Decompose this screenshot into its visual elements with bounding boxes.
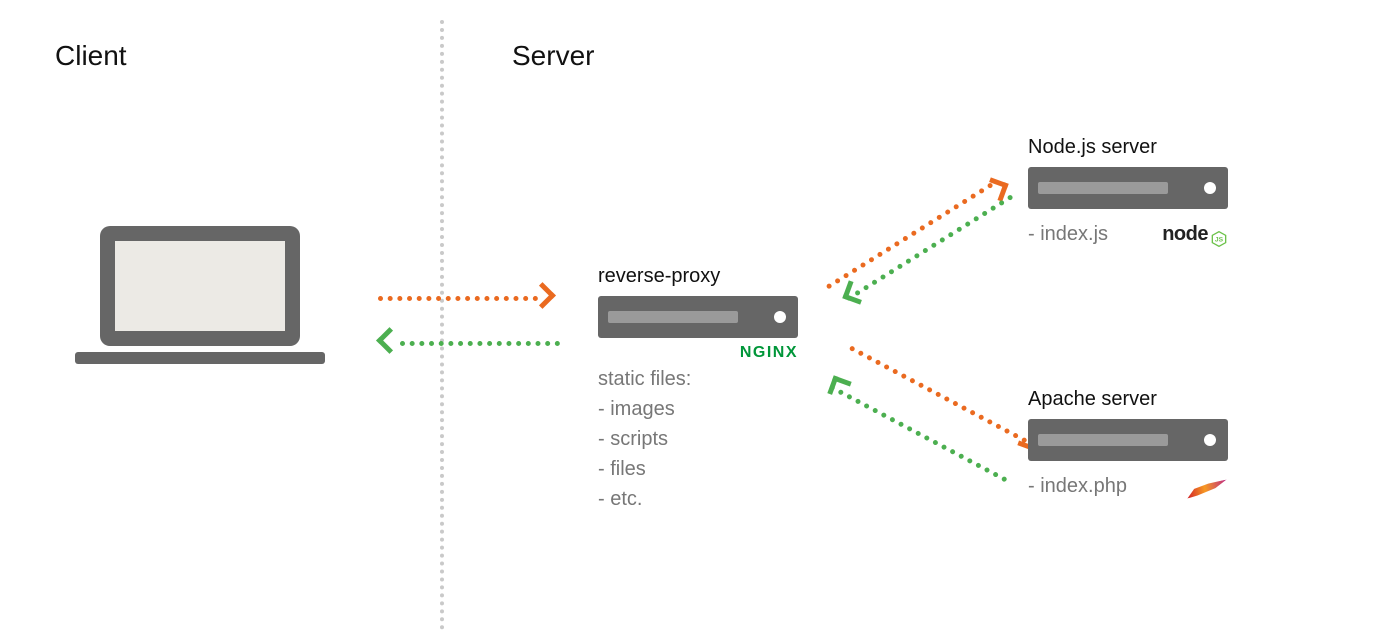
node-file-label: - index.js bbox=[1028, 219, 1108, 249]
node-server-icon bbox=[1028, 167, 1228, 209]
response-arrow-proxy-to-client bbox=[378, 341, 558, 346]
nodejs-logo: node JS bbox=[1162, 221, 1228, 247]
client-laptop-icon bbox=[100, 226, 325, 364]
node-server-label: Node.js server bbox=[1028, 136, 1228, 159]
static-files-item: - scripts bbox=[598, 424, 798, 454]
apache-server-group: Apache server - index.php bbox=[1028, 388, 1228, 501]
server-heading: Server bbox=[512, 40, 594, 72]
static-files-title: static files: bbox=[598, 364, 798, 394]
apache-file-label: - index.php bbox=[1028, 471, 1127, 501]
reverse-proxy-server-icon bbox=[598, 296, 798, 338]
client-heading: Client bbox=[55, 40, 127, 72]
static-files-item: - images bbox=[598, 394, 798, 424]
apache-server-label: Apache server bbox=[1028, 388, 1228, 411]
zone-divider bbox=[440, 20, 444, 630]
node-server-group: Node.js server - index.js node JS bbox=[1028, 136, 1228, 249]
apache-server-icon bbox=[1028, 419, 1228, 461]
static-files-item: - etc. bbox=[598, 484, 798, 514]
request-arrow-client-to-proxy bbox=[378, 296, 558, 301]
diagram-stage: Client Server reverse-proxy NGINX static… bbox=[0, 0, 1400, 640]
static-files-item: - files bbox=[598, 454, 798, 484]
svg-text:JS: JS bbox=[1215, 237, 1224, 244]
reverse-proxy-group: reverse-proxy NGINX static files: - imag… bbox=[598, 265, 798, 514]
reverse-proxy-label: reverse-proxy bbox=[598, 265, 798, 288]
apache-feather-icon bbox=[1186, 475, 1228, 497]
nginx-logo: NGINX bbox=[740, 344, 798, 361]
